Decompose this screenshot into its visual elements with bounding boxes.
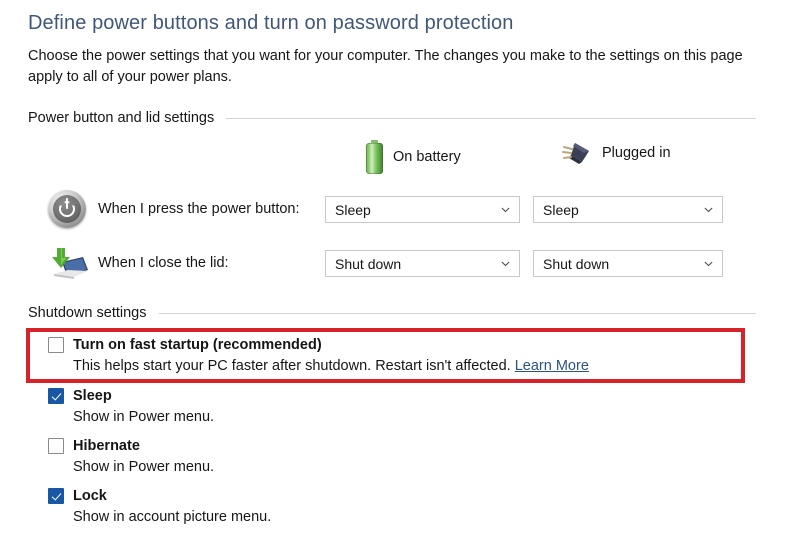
option-title-hibernate: Hibernate — [73, 438, 140, 454]
dropdown-close-lid-on-battery[interactable]: Shut down — [325, 250, 520, 277]
dropdown-power-button-on-battery[interactable]: Sleep — [325, 196, 520, 223]
chevron-down-icon — [501, 207, 510, 213]
chevron-down-icon — [704, 261, 713, 267]
power-button-icon — [48, 190, 90, 232]
chevron-down-icon — [501, 261, 510, 267]
option-fast-startup: Turn on fast startup (recommended) This … — [48, 337, 589, 374]
dropdown-value: Sleep — [543, 201, 579, 218]
group-label-power-button-and-lid: Power button and lid settings — [28, 110, 215, 126]
checkbox-hibernate[interactable] — [48, 438, 64, 454]
group-label-shutdown-settings: Shutdown settings — [28, 305, 147, 321]
plug-icon — [562, 140, 592, 166]
chevron-down-icon — [704, 207, 713, 213]
column-label-plugged-in: Plugged in — [602, 145, 671, 161]
battery-icon — [366, 140, 383, 174]
option-description-lock: Show in account picture menu. — [73, 509, 272, 525]
dropdown-power-button-plugged-in[interactable]: Sleep — [533, 196, 723, 223]
dropdown-value: Shut down — [543, 255, 610, 272]
option-title-fast-startup: Turn on fast startup (recommended) — [73, 337, 322, 353]
dropdown-close-lid-plugged-in[interactable]: Shut down — [533, 250, 723, 277]
power-options-page: Define power buttons and turn on passwor… — [0, 0, 800, 548]
option-description-hibernate: Show in Power menu. — [73, 459, 215, 475]
option-sleep: Sleep Show in Power menu. — [48, 388, 214, 425]
column-header-on-battery: On battery — [366, 140, 461, 174]
group-header-shutdown-settings: Shutdown settings — [28, 305, 756, 321]
option-description-sleep: Show in Power menu. — [73, 409, 215, 425]
dropdown-value: Sleep — [335, 201, 371, 218]
checkbox-fast-startup[interactable] — [48, 337, 64, 353]
option-title-sleep: Sleep — [73, 388, 112, 404]
column-header-plugged-in: Plugged in — [562, 140, 671, 166]
page-title: Define power buttons and turn on passwor… — [28, 12, 514, 34]
option-lock: Lock Show in account picture menu. — [48, 488, 271, 525]
option-title-lock: Lock — [73, 488, 107, 504]
dropdown-value: Shut down — [335, 255, 402, 272]
checkbox-lock[interactable] — [48, 488, 64, 504]
column-label-on-battery: On battery — [393, 149, 461, 165]
laptop-lid-icon — [48, 244, 90, 286]
group-separator-line — [158, 312, 756, 314]
setting-label-power-button: When I press the power button: — [98, 201, 300, 217]
page-description: Choose the power settings that you want … — [28, 48, 743, 85]
setting-label-close-lid: When I close the lid: — [98, 255, 229, 271]
option-description-text: This helps start your PC faster after sh… — [73, 358, 515, 374]
option-hibernate: Hibernate Show in Power menu. — [48, 438, 214, 475]
learn-more-link[interactable]: Learn More — [515, 358, 589, 374]
checkbox-sleep[interactable] — [48, 388, 64, 404]
group-separator-line — [226, 117, 756, 119]
group-header-power-button-and-lid: Power button and lid settings — [28, 110, 756, 126]
option-description-fast-startup: This helps start your PC faster after sh… — [73, 358, 589, 374]
